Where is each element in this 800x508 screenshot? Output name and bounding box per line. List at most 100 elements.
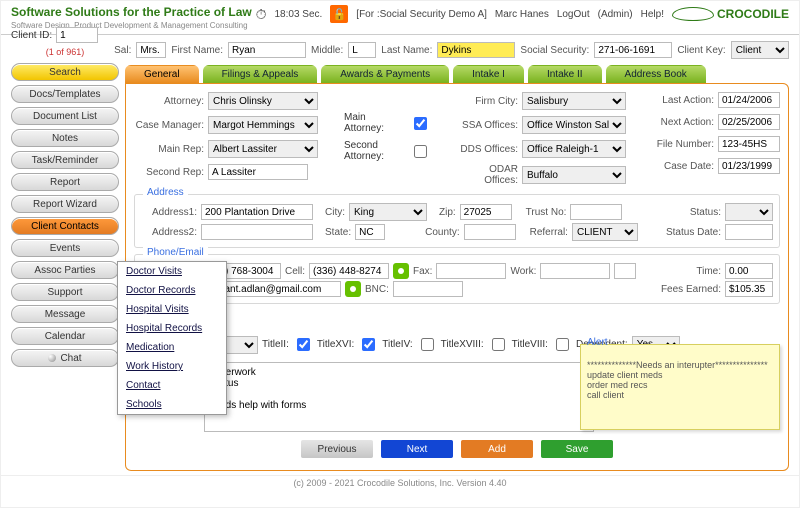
clock-icon: ⏱: [256, 6, 267, 23]
next-button[interactable]: Next: [381, 440, 453, 458]
tab-awards[interactable]: Awards & Payments: [321, 65, 449, 84]
odar-select[interactable]: Buffalo: [522, 166, 626, 184]
tab-intake1[interactable]: Intake I: [453, 65, 524, 84]
nav-task-reminder[interactable]: Task/Reminder: [11, 151, 119, 169]
ssa-select[interactable]: Office Winston Sal: [522, 116, 626, 134]
menu-doctor-visits[interactable]: Doctor Visits: [118, 262, 226, 281]
previous-button[interactable]: Previous: [301, 440, 373, 458]
nav-assoc-parties[interactable]: Assoc Parties: [11, 261, 119, 279]
tab-intake2[interactable]: Intake II: [528, 65, 602, 84]
menu-doctor-records[interactable]: Doctor Records: [118, 281, 226, 300]
nav-calendar[interactable]: Calendar: [11, 327, 119, 345]
status-select[interactable]: [725, 203, 773, 221]
first-input[interactable]: [228, 42, 306, 58]
menu-medication[interactable]: Medication: [118, 338, 226, 357]
banner-right: ⏱ 18:03 Sec. 🔓 [For :Social Security Dem…: [256, 5, 789, 23]
tab-filings[interactable]: Filings & Appeals: [203, 65, 318, 84]
address2-input[interactable]: [201, 224, 313, 240]
mainrep-select[interactable]: Albert Lassiter: [208, 140, 318, 158]
identity-row: Sal: First Name: Middle: Last Name: Soci…: [1, 39, 799, 65]
state-input[interactable]: [355, 224, 385, 240]
record-position: (1 of 961): [11, 47, 119, 57]
session-timer: 18:03 Sec.: [274, 9, 322, 20]
last-label: Last Name:: [381, 45, 432, 56]
address-fieldset: Address Address1: City:King Zip: Trust N…: [134, 194, 780, 248]
search-button[interactable]: Search: [11, 63, 119, 81]
title16-checkbox[interactable]: [362, 338, 375, 351]
nav-report-wizard[interactable]: Report Wizard: [11, 195, 119, 213]
lock-icon[interactable]: 🔓: [330, 5, 348, 23]
nav-report[interactable]: Report: [11, 173, 119, 191]
sal-input[interactable]: [136, 42, 166, 58]
nav-chat[interactable]: Chat: [11, 349, 119, 367]
logout-link[interactable]: LogOut: [557, 9, 590, 20]
app-title: Software Solutions for the Practice of L…: [11, 5, 252, 19]
middle-input[interactable]: [348, 42, 376, 58]
key-label: Client Key:: [677, 45, 725, 56]
crocodile-icon: [672, 7, 714, 21]
menu-work-history[interactable]: Work History: [118, 357, 226, 376]
time-input[interactable]: [725, 263, 773, 279]
menu-contact[interactable]: Contact: [118, 376, 226, 395]
title18-checkbox[interactable]: [492, 338, 505, 351]
last-input[interactable]: [437, 42, 515, 58]
bnc-input[interactable]: [393, 281, 463, 297]
save-button[interactable]: Save: [541, 440, 613, 458]
nav-notes[interactable]: Notes: [11, 129, 119, 147]
menu-hospital-visits[interactable]: Hospital Visits: [118, 300, 226, 319]
sms-icon[interactable]: [393, 263, 409, 279]
help-link[interactable]: Help!: [641, 9, 664, 20]
nav-document-list[interactable]: Document List: [11, 107, 119, 125]
phone-fieldset: Phone/Email Phone: Cell: Fax: Work: Time…: [134, 254, 780, 304]
title2-checkbox[interactable]: [297, 338, 310, 351]
casemgr-select[interactable]: Margot Hemmings: [208, 116, 318, 134]
tab-address[interactable]: Address Book: [606, 65, 706, 84]
dds-select[interactable]: Office Raleigh-1: [522, 140, 626, 158]
second-attorney-checkbox[interactable]: [414, 145, 427, 158]
county-input[interactable]: [464, 224, 516, 240]
ssn-input[interactable]: [594, 42, 672, 58]
trust-input[interactable]: [570, 204, 622, 220]
firmcity-select[interactable]: Salisbury: [522, 92, 626, 110]
client-id-label: Client ID:: [11, 30, 52, 41]
nav-docs-templates[interactable]: Docs/Templates: [11, 85, 119, 103]
menu-hospital-records[interactable]: Hospital Records: [118, 319, 226, 338]
attorney-select[interactable]: Chris Olinsky: [208, 92, 318, 110]
referral-select[interactable]: CLIENT: [572, 223, 638, 241]
tab-general[interactable]: General: [125, 65, 199, 84]
nav-message[interactable]: Message: [11, 305, 119, 323]
case-date-input[interactable]: [718, 158, 780, 174]
user-link[interactable]: Marc Hanes: [495, 9, 549, 20]
nav-support[interactable]: Support: [11, 283, 119, 301]
next-action-input[interactable]: [718, 114, 780, 130]
file-number-input[interactable]: [718, 136, 780, 152]
client-contacts-menu: Doctor Visits Doctor Records Hospital Vi…: [117, 261, 227, 415]
address1-input[interactable]: [201, 204, 313, 220]
city-select[interactable]: King: [349, 203, 427, 221]
brand-logo: CROCODILE: [672, 7, 789, 21]
nav-events[interactable]: Events: [11, 239, 119, 257]
footer-copyright: (c) 2009 - 2021 Crocodile Solutions, Inc…: [1, 475, 799, 492]
work-ext-input[interactable]: [614, 263, 636, 279]
fees-input[interactable]: [725, 281, 773, 297]
cell-input[interactable]: [309, 263, 389, 279]
status-date-input[interactable]: [725, 224, 773, 240]
secondrep-input[interactable]: [208, 164, 308, 180]
title8-checkbox[interactable]: [556, 338, 569, 351]
work-input[interactable]: [540, 263, 610, 279]
fax-input[interactable]: [436, 263, 506, 279]
admin-link[interactable]: (Admin): [598, 9, 633, 20]
menu-schools[interactable]: Schools: [118, 395, 226, 414]
add-button[interactable]: Add: [461, 440, 533, 458]
client-notes-textarea[interactable]: [204, 362, 594, 432]
first-label: First Name:: [171, 45, 223, 56]
client-id-input[interactable]: [56, 27, 98, 43]
main-attorney-checkbox[interactable]: [414, 117, 427, 130]
zip-input[interactable]: [460, 204, 512, 220]
email-icon[interactable]: [345, 281, 361, 297]
middle-label: Middle:: [311, 45, 343, 56]
client-key-select[interactable]: Client: [731, 41, 789, 59]
last-action-input[interactable]: [718, 92, 780, 108]
title4-checkbox[interactable]: [421, 338, 434, 351]
nav-client-contacts[interactable]: Client Contacts: [11, 217, 119, 235]
